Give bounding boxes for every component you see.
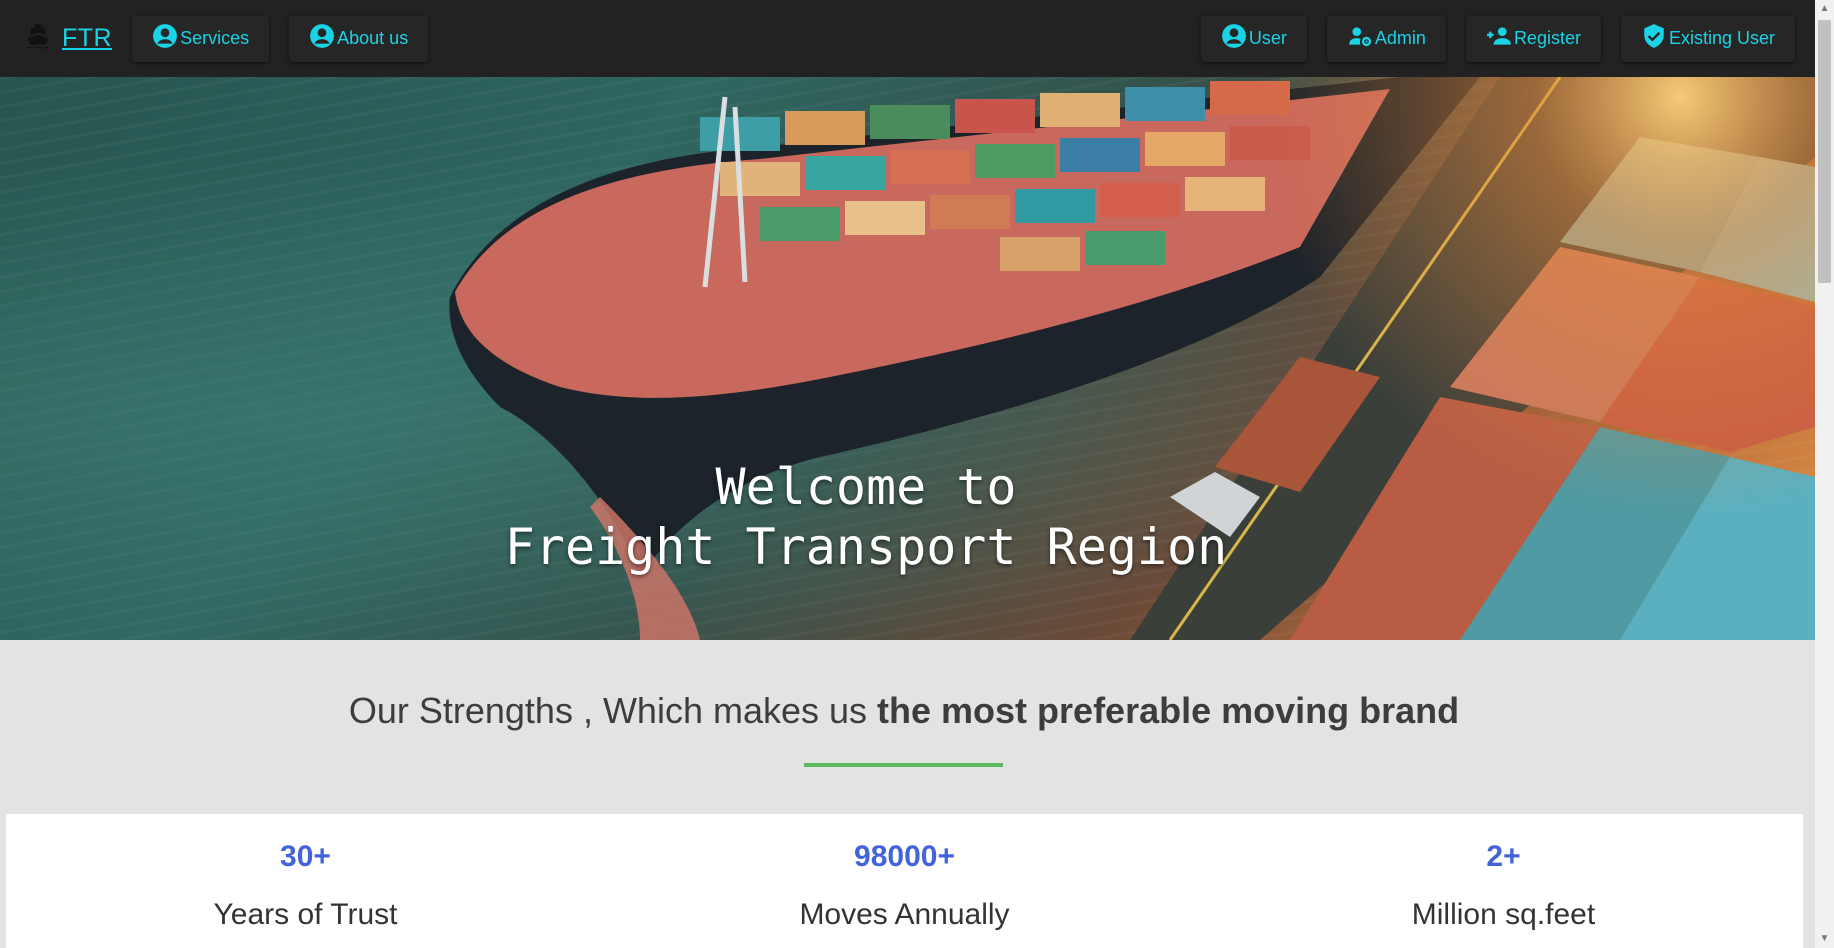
stat-label: Million sq.feet	[1411, 898, 1596, 931]
stat-years: 30+ Years of Trust	[6, 814, 605, 948]
top-navbar: FTR Services About us User Admin Registe…	[0, 0, 1815, 77]
stats-panel: 30+ Years of Trust 98000+ Moves Annually…	[6, 814, 1803, 948]
nav-services-button[interactable]: Services	[132, 15, 270, 62]
ship-icon	[24, 22, 52, 55]
brand[interactable]: FTR	[24, 22, 112, 55]
strengths-heading: Our Strengths , Which makes us the most …	[0, 690, 1808, 732]
stat-value: 2+	[1486, 840, 1521, 873]
stat-moves: 98000+ Moves Annually	[605, 814, 1204, 948]
user-plus-icon	[1486, 23, 1514, 54]
strengths-heading-bold: the most preferable moving brand	[877, 690, 1460, 731]
scroll-down-arrow-icon[interactable]: ▼	[1815, 930, 1834, 948]
stat-value: 98000+	[854, 840, 955, 873]
hero-title-line2: Freight Transport Region	[504, 518, 1228, 576]
stat-value: 30+	[280, 840, 331, 873]
nav-user-button[interactable]: User	[1200, 15, 1307, 62]
page-scrollbar[interactable]: ▲ ▼	[1815, 0, 1834, 948]
hero-title-line1: Welcome to	[715, 458, 1017, 516]
hero-title: Welcome to Freight Transport Region	[0, 457, 1732, 577]
scroll-up-arrow-icon[interactable]: ▲	[1815, 0, 1834, 18]
account-circle-icon	[152, 23, 180, 54]
scroll-thumb[interactable]	[1818, 20, 1831, 283]
hero-banner: Welcome to Freight Transport Region	[0, 77, 1815, 640]
nav-admin-button[interactable]: Admin	[1326, 15, 1446, 62]
nav-about-label: About us	[337, 28, 409, 48]
nav-register-button[interactable]: Register	[1465, 15, 1601, 62]
stat-area: 2+ Million sq.feet	[1204, 814, 1803, 948]
verified-shield-icon	[1641, 23, 1669, 54]
strengths-heading-plain: Our Strengths , Which makes us	[348, 690, 878, 731]
nav-existing-user-label: Existing User	[1668, 28, 1775, 48]
nav-services-label: Services	[180, 28, 250, 48]
account-circle-icon	[1221, 23, 1249, 54]
heading-underline	[804, 763, 1003, 767]
stat-label: Moves Annually	[799, 898, 1010, 931]
nav-user-label: User	[1248, 28, 1287, 48]
nav-about-button[interactable]: About us	[289, 15, 429, 62]
brand-link[interactable]: FTR	[62, 24, 112, 53]
stat-label: Years of Trust	[213, 898, 398, 931]
nav-admin-label: Admin	[1374, 28, 1426, 48]
account-circle-icon	[309, 23, 337, 54]
nav-existing-user-button[interactable]: Existing User	[1620, 15, 1795, 62]
strengths-section: Our Strengths , Which makes us the most …	[0, 640, 1815, 802]
nav-register-label: Register	[1513, 28, 1581, 48]
user-cog-icon	[1347, 23, 1375, 54]
